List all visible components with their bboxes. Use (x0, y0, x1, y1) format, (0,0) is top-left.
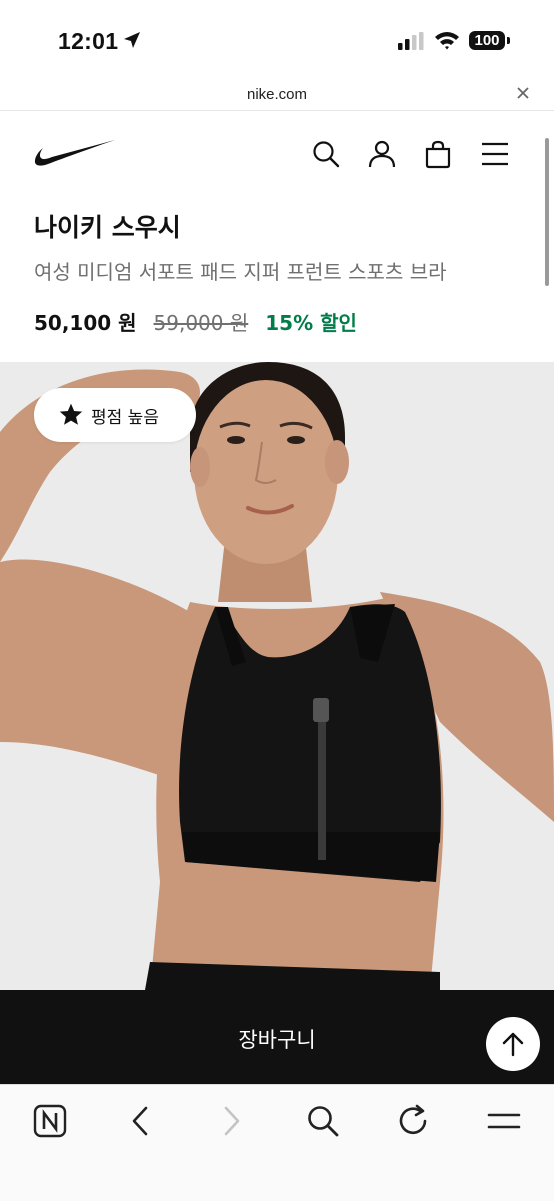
discount-label: 15% 할인 (265, 311, 357, 335)
status-bar: 12:01 100 (0, 0, 554, 84)
clock: 12:01 (58, 28, 119, 54)
hamburger-icon[interactable] (486, 1103, 522, 1139)
close-icon[interactable] (516, 84, 530, 105)
rating-badge: 평점 높음 (34, 388, 196, 442)
cellular-signal-icon (398, 32, 426, 54)
scrollbar[interactable] (545, 138, 549, 286)
star-icon (58, 402, 84, 432)
add-to-cart-button[interactable]: 장바구니 (0, 990, 554, 1084)
original-price: 59,000 원 (153, 311, 249, 335)
product-image[interactable] (0, 362, 554, 990)
chevron-right-icon[interactable] (214, 1103, 250, 1139)
bag-icon[interactable] (423, 139, 453, 169)
site-header (0, 111, 554, 197)
price-row: 50,100 원 59,000 원 15% 할인 (34, 307, 357, 336)
search-icon[interactable] (305, 1103, 341, 1139)
nike-swoosh-logo[interactable] (34, 139, 116, 173)
rating-label: 평점 높음 (91, 408, 159, 428)
product-subtitle: 여성 미디엄 서포트 패드 지퍼 프런트 스포츠 브라 (34, 260, 447, 284)
menu-icon[interactable] (480, 139, 510, 169)
product-photo (0, 362, 554, 990)
url-domain[interactable]: nike.com (0, 86, 554, 103)
user-icon[interactable] (367, 139, 397, 169)
product-title: 나이키 스우시 (34, 213, 181, 242)
location-arrow-icon (122, 30, 142, 54)
current-price: 50,100 원 (34, 311, 137, 335)
wifi-icon (434, 30, 460, 54)
refresh-icon[interactable] (395, 1103, 431, 1139)
naver-n-icon[interactable] (32, 1103, 68, 1139)
battery-icon: 100 (469, 31, 505, 50)
browser-toolbar (0, 1084, 554, 1201)
search-icon[interactable] (311, 139, 341, 169)
cart-label: 장바구니 (238, 1028, 316, 1052)
url-bar[interactable]: nike.com (0, 84, 554, 111)
arrow-up-icon (502, 1032, 524, 1057)
chevron-left-icon[interactable] (122, 1103, 158, 1139)
scroll-to-top-button[interactable] (486, 1017, 540, 1071)
battery-tip (507, 37, 510, 44)
